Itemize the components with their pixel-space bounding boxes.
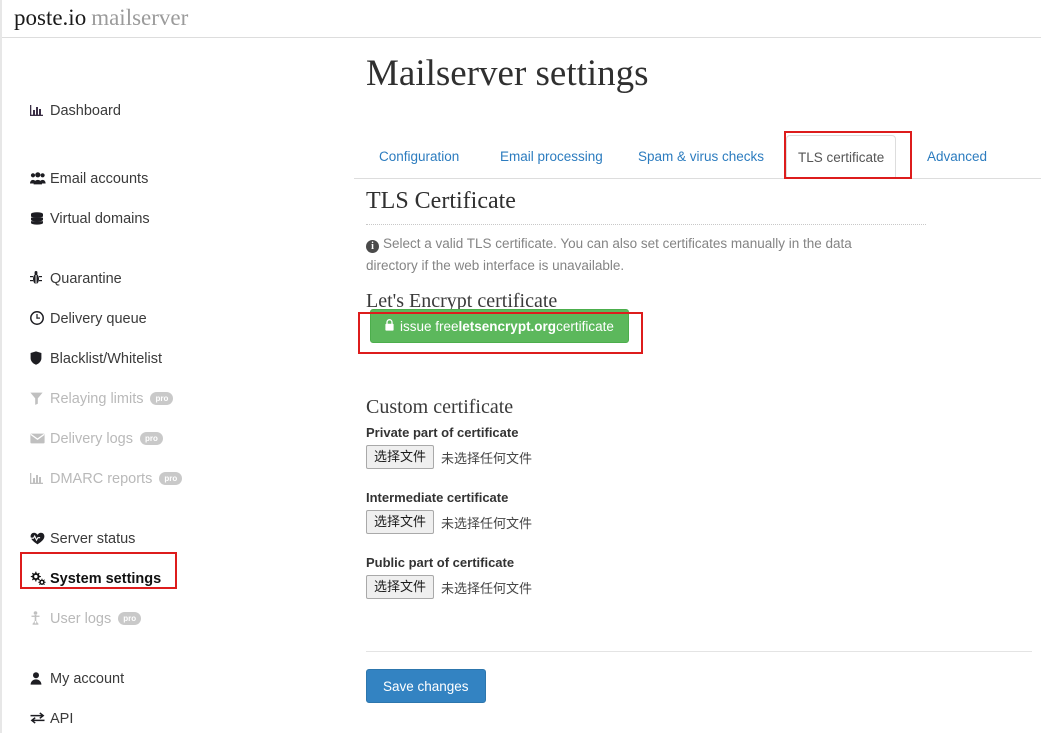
tab-label: Advanced — [927, 149, 988, 164]
button-text-bold: letsencrypt.org — [458, 318, 557, 334]
exchange-icon — [30, 712, 50, 726]
choose-file-button[interactable]: 选择文件 — [366, 445, 435, 469]
custom-certificate-heading: Custom certificate — [366, 396, 514, 418]
sidebar-item-label: Email accounts — [50, 171, 149, 187]
tab-advanced[interactable]: Advanced — [916, 135, 998, 178]
app-header: poste.io mailserver — [2, 0, 1041, 38]
file-input-private-part[interactable]: 选择文件 未选择任何文件 — [366, 445, 532, 469]
section-description: i Select a valid TLS certificate. You can… — [366, 233, 888, 277]
button-text-post: certificate — [556, 318, 614, 334]
sidebar-item-system-settings[interactable]: System settings — [30, 568, 161, 590]
sidebar-item-api[interactable]: API — [30, 708, 73, 730]
sidebar-item-label: System settings — [50, 571, 162, 587]
tab-label: TLS certificate — [798, 149, 885, 165]
tab-tls-certificate[interactable]: TLS certificate — [786, 135, 897, 179]
page-title: Mailserver settings — [366, 53, 649, 94]
sidebar-item-label: Dashboard — [50, 103, 121, 119]
sidebar-item-label: Virtual domains — [50, 211, 150, 227]
file-input-intermediate[interactable]: 选择文件 未选择任何文件 — [366, 510, 532, 534]
envelope-icon — [30, 432, 50, 446]
brand-primary: poste.io — [14, 5, 87, 30]
tab-label: Spam & virus checks — [638, 149, 765, 164]
button-text-pre: issue free — [400, 318, 459, 334]
sidebar-item-label: Blacklist/Whitelist — [50, 351, 162, 367]
lock-icon — [385, 319, 394, 333]
bug-icon — [30, 271, 50, 287]
sidebar-item-label: Server status — [50, 531, 136, 547]
tab-configuration[interactable]: Configuration — [368, 135, 470, 178]
main-content: Mailserver settings Configuration Email … — [354, 39, 1041, 733]
no-file-chosen-text: 未选择任何文件 — [441, 580, 533, 596]
sidebar-item-blacklist-whitelist[interactable]: Blacklist/Whitelist — [30, 348, 162, 370]
sidebar-item-label: Delivery logs — [50, 431, 133, 447]
save-changes-button[interactable]: Save changes — [366, 669, 486, 703]
sidebar-item-user-logs[interactable]: User logs pro — [30, 608, 142, 630]
filter-icon — [30, 392, 50, 407]
users-icon — [30, 171, 50, 187]
sidebar-item-label: Relaying limits — [50, 391, 144, 407]
no-file-chosen-text: 未选择任何文件 — [441, 450, 533, 466]
shield-icon — [30, 351, 50, 367]
sidebar-item-label: My account — [50, 671, 125, 687]
tab-spam-virus-checks[interactable]: Spam & virus checks — [627, 135, 775, 178]
choose-file-button[interactable]: 选择文件 — [366, 510, 435, 534]
sidebar-nav: Dashboard Email accounts Virtual domains… — [2, 39, 354, 733]
sidebar-item-label: Quarantine — [50, 271, 122, 287]
sidebar-item-delivery-queue[interactable]: Delivery queue — [30, 308, 147, 330]
info-icon: i — [366, 240, 379, 253]
choose-file-button[interactable]: 选择文件 — [366, 575, 435, 599]
heartbeat-icon — [30, 532, 50, 547]
section-divider — [366, 224, 926, 225]
issue-letsencrypt-button[interactable]: issue free letsencrypt.org certificate — [370, 309, 629, 343]
sidebar-item-my-account[interactable]: My account — [30, 668, 124, 690]
sidebar-item-label: Delivery queue — [50, 311, 147, 327]
pro-badge: pro — [150, 391, 174, 405]
label-private-part: Private part of certificate — [366, 425, 519, 440]
cogs-icon — [30, 571, 50, 587]
label-public-part: Public part of certificate — [366, 555, 515, 570]
sidebar-item-quarantine[interactable]: Quarantine — [30, 268, 122, 290]
brand-secondary: mailserver — [91, 5, 189, 30]
sidebar-item-dashboard[interactable]: Dashboard — [30, 100, 121, 122]
bar-chart-icon — [30, 104, 50, 119]
database-icon — [30, 211, 50, 227]
user-log-icon — [30, 611, 50, 627]
tab-label: Email processing — [500, 149, 603, 164]
sidebar-item-server-status[interactable]: Server status — [30, 528, 135, 550]
tab-label: Configuration — [379, 149, 460, 164]
tab-email-processing[interactable]: Email processing — [489, 135, 614, 178]
save-button-label: Save changes — [383, 678, 469, 694]
sidebar-item-virtual-domains[interactable]: Virtual domains — [30, 208, 150, 230]
no-file-chosen-text: 未选择任何文件 — [441, 515, 533, 531]
clock-icon — [30, 311, 50, 327]
sidebar-item-delivery-logs[interactable]: Delivery logs pro — [30, 428, 163, 450]
sidebar-item-label: DMARC reports — [50, 471, 153, 487]
footer-divider — [366, 651, 1032, 652]
pro-badge: pro — [140, 431, 163, 445]
sidebar-item-relaying-limits[interactable]: Relaying limits pro — [30, 388, 174, 410]
sidebar-item-email-accounts[interactable]: Email accounts — [30, 168, 148, 190]
app-window: poste.io mailserver Dashboard Email accou… — [0, 0, 1041, 733]
tab-bar: Configuration Email processing Spam & vi… — [354, 135, 1041, 179]
label-intermediate: Intermediate certificate — [366, 490, 509, 505]
bar-chart-icon — [30, 472, 50, 487]
section-title: TLS Certificate — [366, 188, 516, 214]
sidebar-item-dmarc-reports[interactable]: DMARC reports pro — [30, 468, 183, 490]
pro-badge: pro — [159, 471, 183, 485]
sidebar-item-label: User logs — [50, 611, 112, 627]
file-input-public-part[interactable]: 选择文件 未选择任何文件 — [366, 575, 532, 599]
brand-logo[interactable]: poste.io mailserver — [14, 2, 188, 34]
user-icon — [30, 671, 50, 687]
sidebar-item-label: API — [50, 711, 74, 727]
description-text: Select a valid TLS certificate. You can … — [366, 236, 852, 273]
pro-badge: pro — [118, 611, 142, 625]
